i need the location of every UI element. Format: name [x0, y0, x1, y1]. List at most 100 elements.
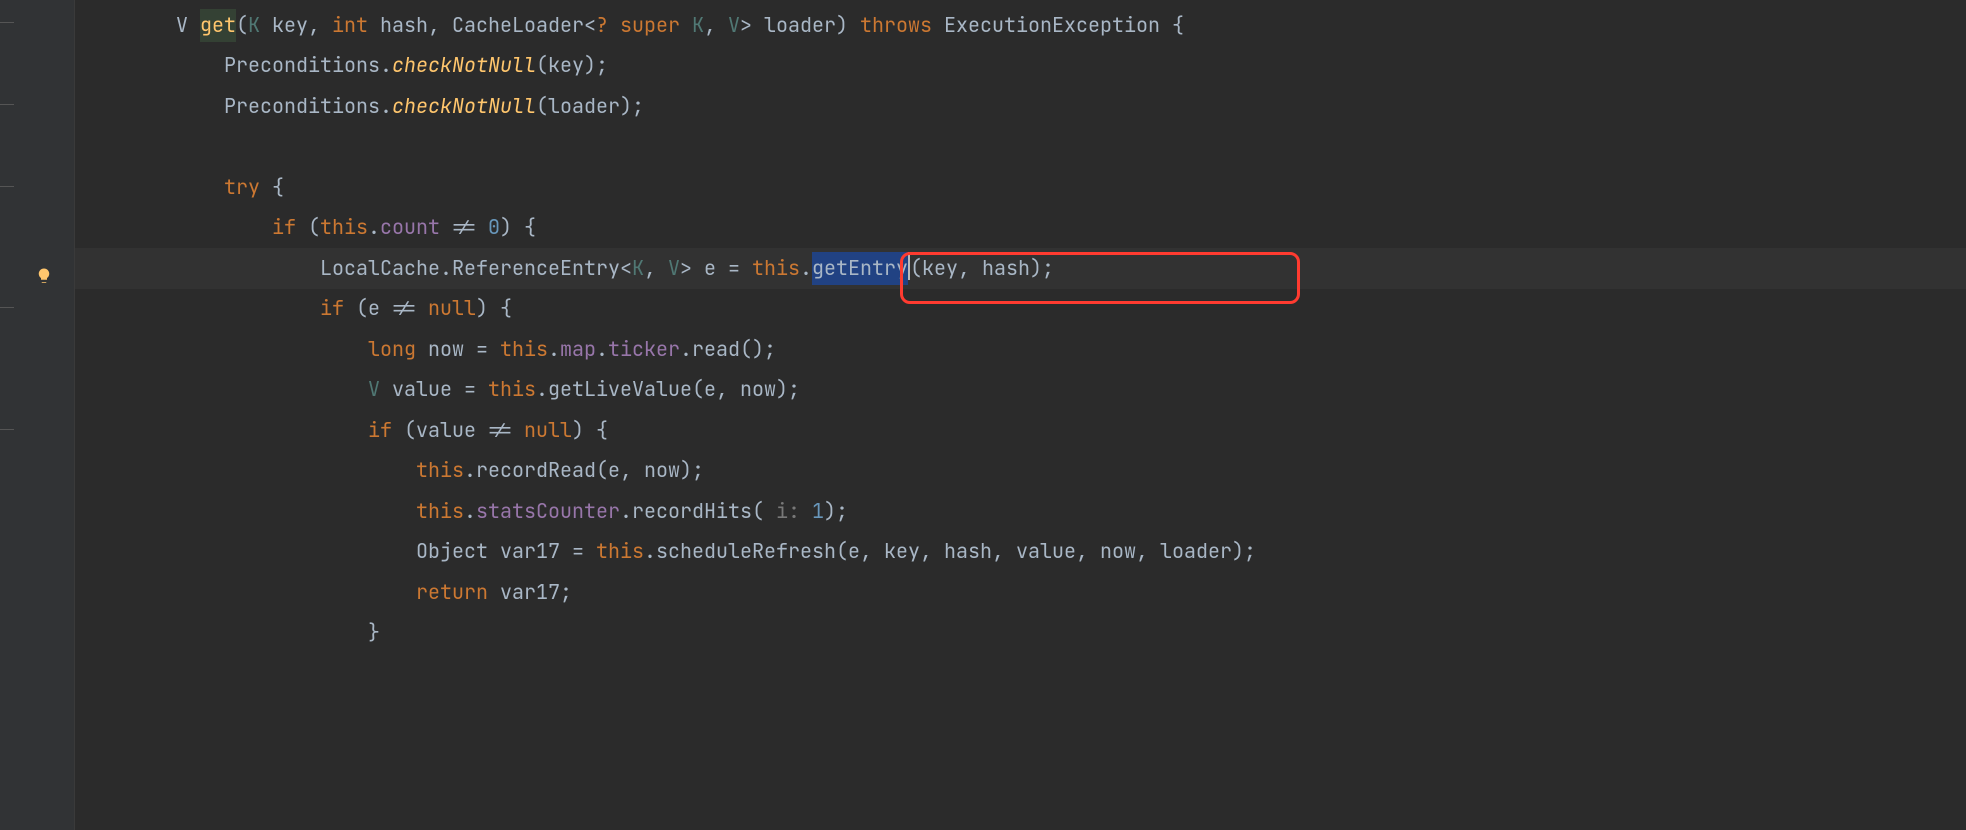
- indent: [140, 616, 368, 649]
- keyword: try: [224, 171, 260, 204]
- dot: .: [464, 495, 476, 528]
- field-ref: count: [380, 211, 440, 244]
- brace: {: [260, 171, 284, 204]
- indent: [140, 252, 320, 285]
- code-line[interactable]: if (e != null) {: [75, 289, 1966, 330]
- editor-content[interactable]: V get(K key, int hash, CacheLoader<? sup…: [75, 5, 1966, 653]
- fold-marker[interactable]: [0, 186, 14, 187]
- keyword-this: this: [416, 495, 464, 528]
- field-ref: statsCounter: [476, 495, 620, 528]
- param: > loader): [740, 9, 860, 42]
- keyword: super: [620, 9, 680, 42]
- indent: [140, 90, 224, 123]
- fold-marker[interactable]: [0, 104, 14, 105]
- method-call: .recordRead(e, now);: [464, 454, 704, 487]
- keyword: if: [272, 211, 296, 244]
- code-line[interactable]: this.statsCounter.recordHits( i: 1);: [75, 491, 1966, 532]
- brace: ) {: [500, 211, 536, 244]
- keyword-null: null: [524, 414, 572, 447]
- indent: [140, 495, 416, 528]
- param: hash, CacheLoader<: [368, 9, 596, 42]
- code-line[interactable]: if (this.count != 0) {: [75, 208, 1966, 249]
- type-token: V: [176, 9, 200, 42]
- keyword: throws: [860, 9, 932, 42]
- type-param: V: [368, 373, 380, 406]
- code-line[interactable]: }: [75, 613, 1966, 654]
- assign: value =: [380, 373, 488, 406]
- assign: > e =: [680, 252, 752, 285]
- selected-identifier: getEntry: [812, 252, 908, 285]
- number: 1: [812, 495, 824, 528]
- code-line-empty[interactable]: [75, 127, 1966, 168]
- fold-marker[interactable]: [0, 307, 14, 308]
- args: (loader);: [536, 90, 644, 123]
- cond: (e !=: [344, 292, 428, 325]
- keyword: if: [368, 414, 392, 447]
- indent: [140, 292, 320, 325]
- args: (key, hash);: [910, 252, 1054, 285]
- code-line[interactable]: return var17;: [75, 572, 1966, 613]
- code-line[interactable]: this.recordRead(e, now);: [75, 451, 1966, 492]
- code-line[interactable]: Object var17 = this.scheduleRefresh(e, k…: [75, 532, 1966, 573]
- code-line[interactable]: Preconditions.checkNotNull(key);: [75, 46, 1966, 87]
- var-ref: var17;: [488, 576, 572, 609]
- method-call: .read();: [680, 333, 776, 366]
- indent: [140, 49, 224, 82]
- keyword: if: [320, 292, 344, 325]
- inlay-hint: i:: [764, 495, 812, 528]
- assign: now =: [416, 333, 500, 366]
- code-line[interactable]: Preconditions.checkNotNull(loader);: [75, 86, 1966, 127]
- comma: ,: [704, 9, 728, 42]
- type-param: V: [728, 9, 740, 42]
- dot: .: [548, 333, 560, 366]
- keyword-this: this: [416, 454, 464, 487]
- type-ref: Object var17 =: [416, 535, 596, 568]
- code-line-current[interactable]: LocalCache.ReferenceEntry<K, V> e = this…: [75, 248, 1966, 289]
- keyword: int: [332, 9, 368, 42]
- keyword-this: this: [320, 211, 368, 244]
- method-call: .recordHits(: [620, 495, 764, 528]
- dot: .: [596, 333, 608, 366]
- indent: [140, 9, 176, 42]
- code-line[interactable]: try {: [75, 167, 1966, 208]
- param: key,: [260, 9, 332, 42]
- static-method: checkNotNull: [392, 90, 536, 123]
- method-call: .scheduleRefresh(e, key, hash, value, no…: [644, 535, 1256, 568]
- type-param: V: [668, 252, 680, 285]
- code-line[interactable]: long now = this.map.ticker.read();: [75, 329, 1966, 370]
- keyword-this: this: [488, 373, 536, 406]
- static-method: checkNotNull: [392, 49, 536, 82]
- keyword-this: this: [752, 252, 800, 285]
- exception-type: ExecutionException {: [932, 9, 1184, 42]
- indent: [140, 414, 368, 447]
- wildcard: ?: [596, 9, 608, 42]
- code-line[interactable]: if (value != null) {: [75, 410, 1966, 451]
- keyword-this: this: [596, 535, 644, 568]
- keyword-this: this: [500, 333, 548, 366]
- space: [608, 9, 620, 42]
- indent: [140, 171, 224, 204]
- comma: ,: [644, 252, 668, 285]
- type-param: K: [692, 9, 704, 42]
- brace: ) {: [572, 414, 608, 447]
- dot: .: [800, 252, 812, 285]
- brace: }: [368, 616, 380, 649]
- space: [680, 9, 692, 42]
- args: (key);: [536, 49, 608, 82]
- code-line[interactable]: V get(K key, int hash, CacheLoader<? sup…: [75, 5, 1966, 46]
- indent: [140, 576, 416, 609]
- fold-marker[interactable]: [0, 22, 14, 23]
- keyword-type: long: [368, 333, 416, 366]
- code-line[interactable]: V value = this.getLiveValue(e, now);: [75, 370, 1966, 411]
- class-ref: Preconditions.: [224, 49, 392, 82]
- method-call: .getLiveValue(e, now);: [536, 373, 800, 406]
- dot: .: [368, 211, 380, 244]
- indent: [140, 333, 368, 366]
- indent: [140, 535, 416, 568]
- field-ref: ticker: [608, 333, 680, 366]
- cond: (value !=: [392, 414, 524, 447]
- intention-bulb-icon[interactable]: [35, 262, 53, 280]
- fold-marker[interactable]: [0, 429, 14, 430]
- type-param: K: [632, 252, 644, 285]
- operator: !=: [440, 211, 488, 244]
